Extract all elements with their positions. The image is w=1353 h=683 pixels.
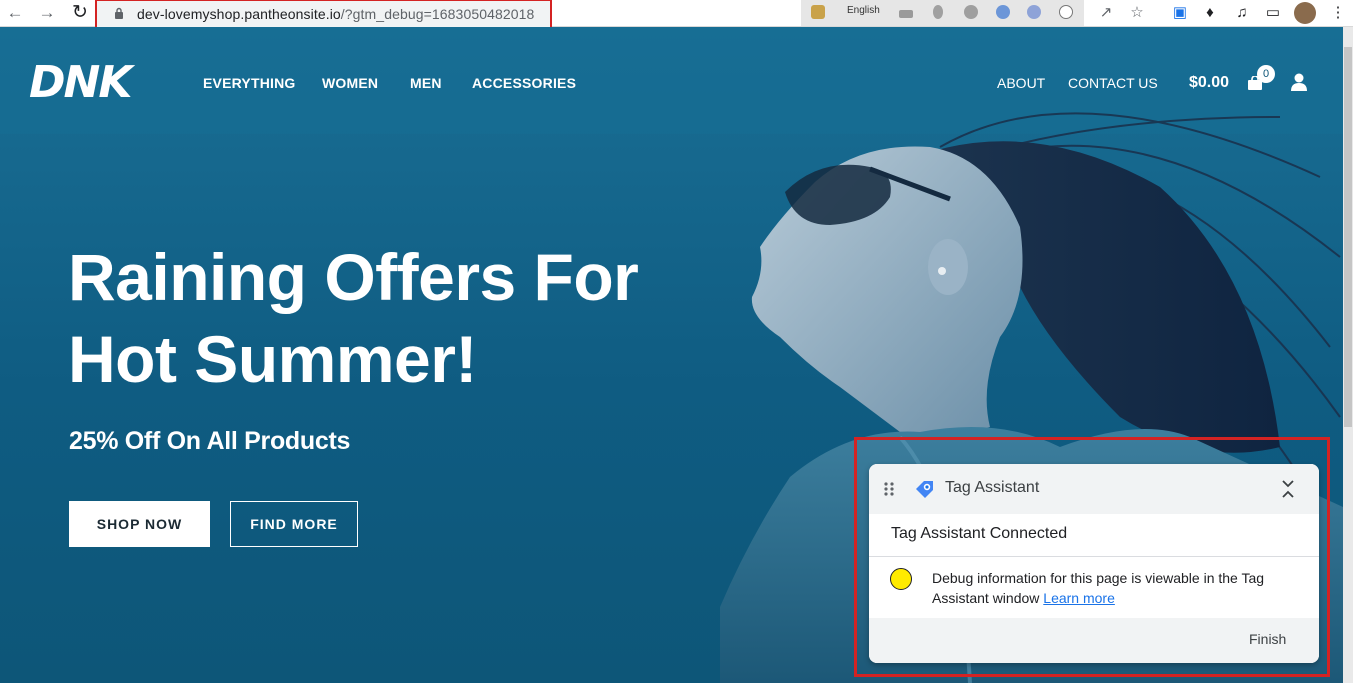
hat-extension-icon[interactable] bbox=[899, 10, 913, 18]
browser-extension-icon[interactable] bbox=[996, 5, 1010, 19]
lock-icon bbox=[115, 7, 123, 19]
avatar[interactable] bbox=[1294, 2, 1316, 24]
share-icon[interactable]: ↗ bbox=[1096, 3, 1116, 23]
tag-extension-icon[interactable]: ▣ bbox=[1170, 3, 1190, 23]
tag-assistant-status: Tag Assistant Connected bbox=[891, 525, 1068, 542]
find-more-button[interactable]: FIND MORE bbox=[230, 501, 358, 547]
puzzle-icon[interactable]: ♦ bbox=[1200, 3, 1220, 23]
tag-assistant-title: Tag Assistant bbox=[945, 479, 1040, 496]
tag-assistant-header: Tag Assistant bbox=[869, 464, 1319, 514]
tag-assistant-panel: Tag Assistant Tag Assistant Connected De… bbox=[869, 464, 1319, 663]
user-icon[interactable] bbox=[1290, 73, 1308, 91]
cart-total[interactable]: $0.00 bbox=[1189, 74, 1229, 92]
browser-toolbar: ← → ↻ dev-lovemyshop.pantheonsite.io/?gt… bbox=[0, 0, 1353, 30]
back-arrow-icon[interactable]: ← bbox=[5, 4, 25, 22]
learn-more-link[interactable]: Learn more bbox=[1043, 590, 1115, 606]
finish-button[interactable]: Finish bbox=[1249, 631, 1286, 647]
sidepanel-icon[interactable]: ▭ bbox=[1263, 3, 1283, 23]
hero-subhead: 25% Off On All Products bbox=[69, 427, 351, 455]
shop-now-button[interactable]: SHOP NOW bbox=[69, 501, 210, 547]
address-bar[interactable]: dev-lovemyshop.pantheonsite.io/?gtm_debu… bbox=[95, 0, 552, 30]
reload-icon[interactable]: ↻ bbox=[70, 3, 90, 22]
nav-item-accessories[interactable]: ACCESSORIES bbox=[472, 75, 576, 91]
status-dot-icon bbox=[890, 568, 912, 590]
nav-item-men[interactable]: MEN bbox=[410, 75, 442, 91]
extension-strip: English bbox=[801, 0, 1084, 26]
debug-info-text: Debug information for this page is viewa… bbox=[932, 568, 1302, 608]
url-path: /?gtm_debug=1683050482018 bbox=[340, 6, 535, 22]
headline-line-1: Raining Offers For bbox=[68, 240, 639, 314]
nav-item-women[interactable]: WOMEN bbox=[322, 75, 378, 91]
url-text: dev-lovemyshop.pantheonsite.io/?gtm_debu… bbox=[137, 6, 534, 22]
forward-arrow-icon[interactable]: → bbox=[37, 4, 57, 22]
collapse-icon[interactable] bbox=[1280, 478, 1296, 500]
site-logo[interactable]: DNK bbox=[29, 57, 132, 108]
cart-count-badge: 0 bbox=[1257, 65, 1275, 83]
help-extension-icon[interactable] bbox=[1027, 5, 1041, 19]
nav-link-about[interactable]: ABOUT bbox=[997, 75, 1045, 91]
drag-handle-icon[interactable] bbox=[883, 481, 895, 497]
scrollbar-thumb[interactable] bbox=[1344, 47, 1352, 427]
translate-extension-icon[interactable] bbox=[811, 5, 825, 19]
headline-line-2: Hot Summer! bbox=[68, 322, 477, 396]
nav-link-contact[interactable]: CONTACT US bbox=[1068, 75, 1158, 91]
star-icon[interactable]: ☆ bbox=[1127, 3, 1147, 23]
kebab-menu-icon[interactable]: ⋮ bbox=[1328, 3, 1348, 23]
chess-extension-icon[interactable] bbox=[933, 5, 943, 19]
gear-extension-icon[interactable] bbox=[964, 5, 978, 19]
info-extension-icon[interactable] bbox=[1059, 5, 1073, 19]
page-scrollbar[interactable] bbox=[1343, 27, 1353, 683]
tag-assistant-logo-icon bbox=[916, 481, 933, 498]
language-label[interactable]: English bbox=[847, 5, 880, 16]
tag-assistant-footer: Finish bbox=[869, 618, 1319, 663]
url-host: dev-lovemyshop.pantheonsite.io bbox=[137, 6, 341, 22]
nav-item-everything[interactable]: EVERYTHING bbox=[203, 75, 296, 91]
divider bbox=[869, 556, 1319, 557]
media-icon[interactable]: ♫ bbox=[1232, 3, 1252, 23]
hero-headline: Raining Offers For Hot Summer! bbox=[68, 236, 639, 400]
